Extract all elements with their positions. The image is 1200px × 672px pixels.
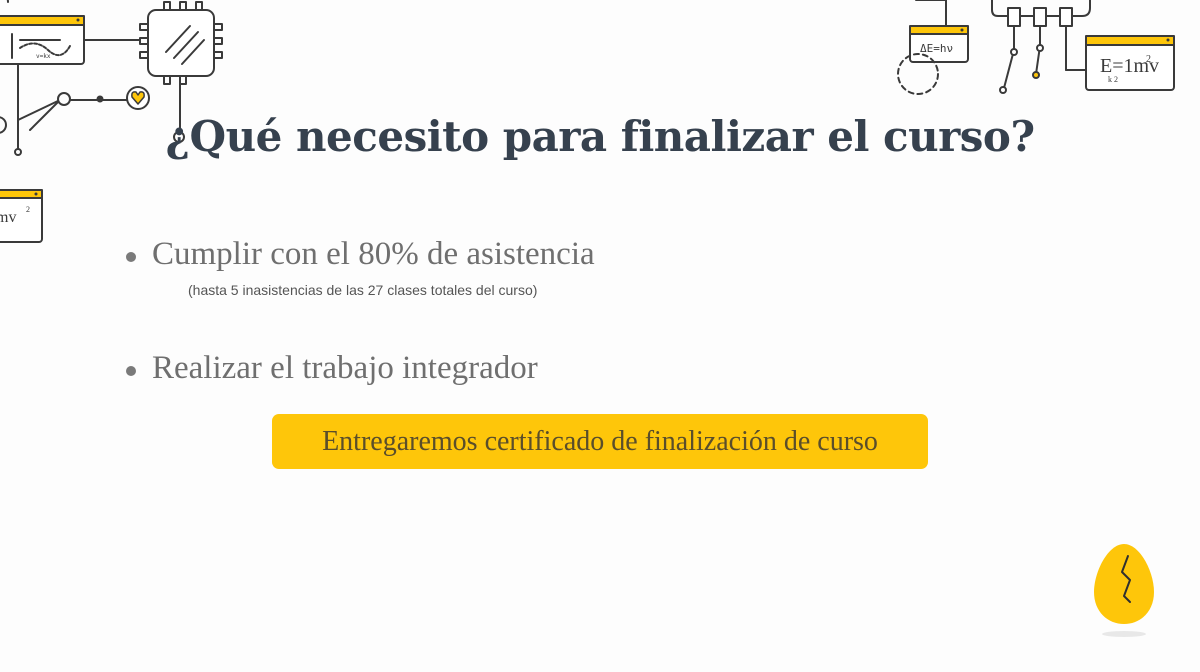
formula-photon: ΔE=hν [920, 42, 953, 55]
decorative-doodles: ΔE=hν E=1mv 2 k 2 mv 2 v=kx [0, 0, 1175, 243]
formula-window-left [0, 189, 43, 243]
sketch-label: v=kx [36, 53, 51, 60]
formula-partial: mv [0, 209, 16, 226]
formula-window-kinetic [1085, 35, 1175, 91]
requirement-attendance: Cumplir con el 80% de asistencia [152, 236, 595, 272]
svg-text:2: 2 [1146, 54, 1151, 65]
requirement-attendance-note: (hasta 5 inasistencias de las 27 clases … [188, 282, 538, 298]
cracked-egg-icon [1094, 544, 1154, 637]
slide-title: ¿Qué necesito para finalizar el curso? [165, 112, 1035, 161]
certificate-banner-text: Entregaremos certificado de finalización… [322, 425, 878, 457]
certificate-banner: Entregaremos certificado de finalización… [272, 414, 928, 469]
svg-text:2: 2 [26, 205, 30, 214]
formula-kinetic: E=1mv [1100, 55, 1159, 77]
circuit-chip-icon [139, 1, 223, 85]
formula-kinetic-sub: k 2 [1108, 75, 1118, 84]
bullet-dot [126, 252, 136, 262]
formula-window-photon [909, 25, 969, 63]
bullet-dot [126, 366, 136, 376]
heart-icon [126, 86, 150, 110]
graph-window-sketch [0, 15, 85, 65]
requirement-project: Realizar el trabajo integrador [152, 350, 538, 386]
